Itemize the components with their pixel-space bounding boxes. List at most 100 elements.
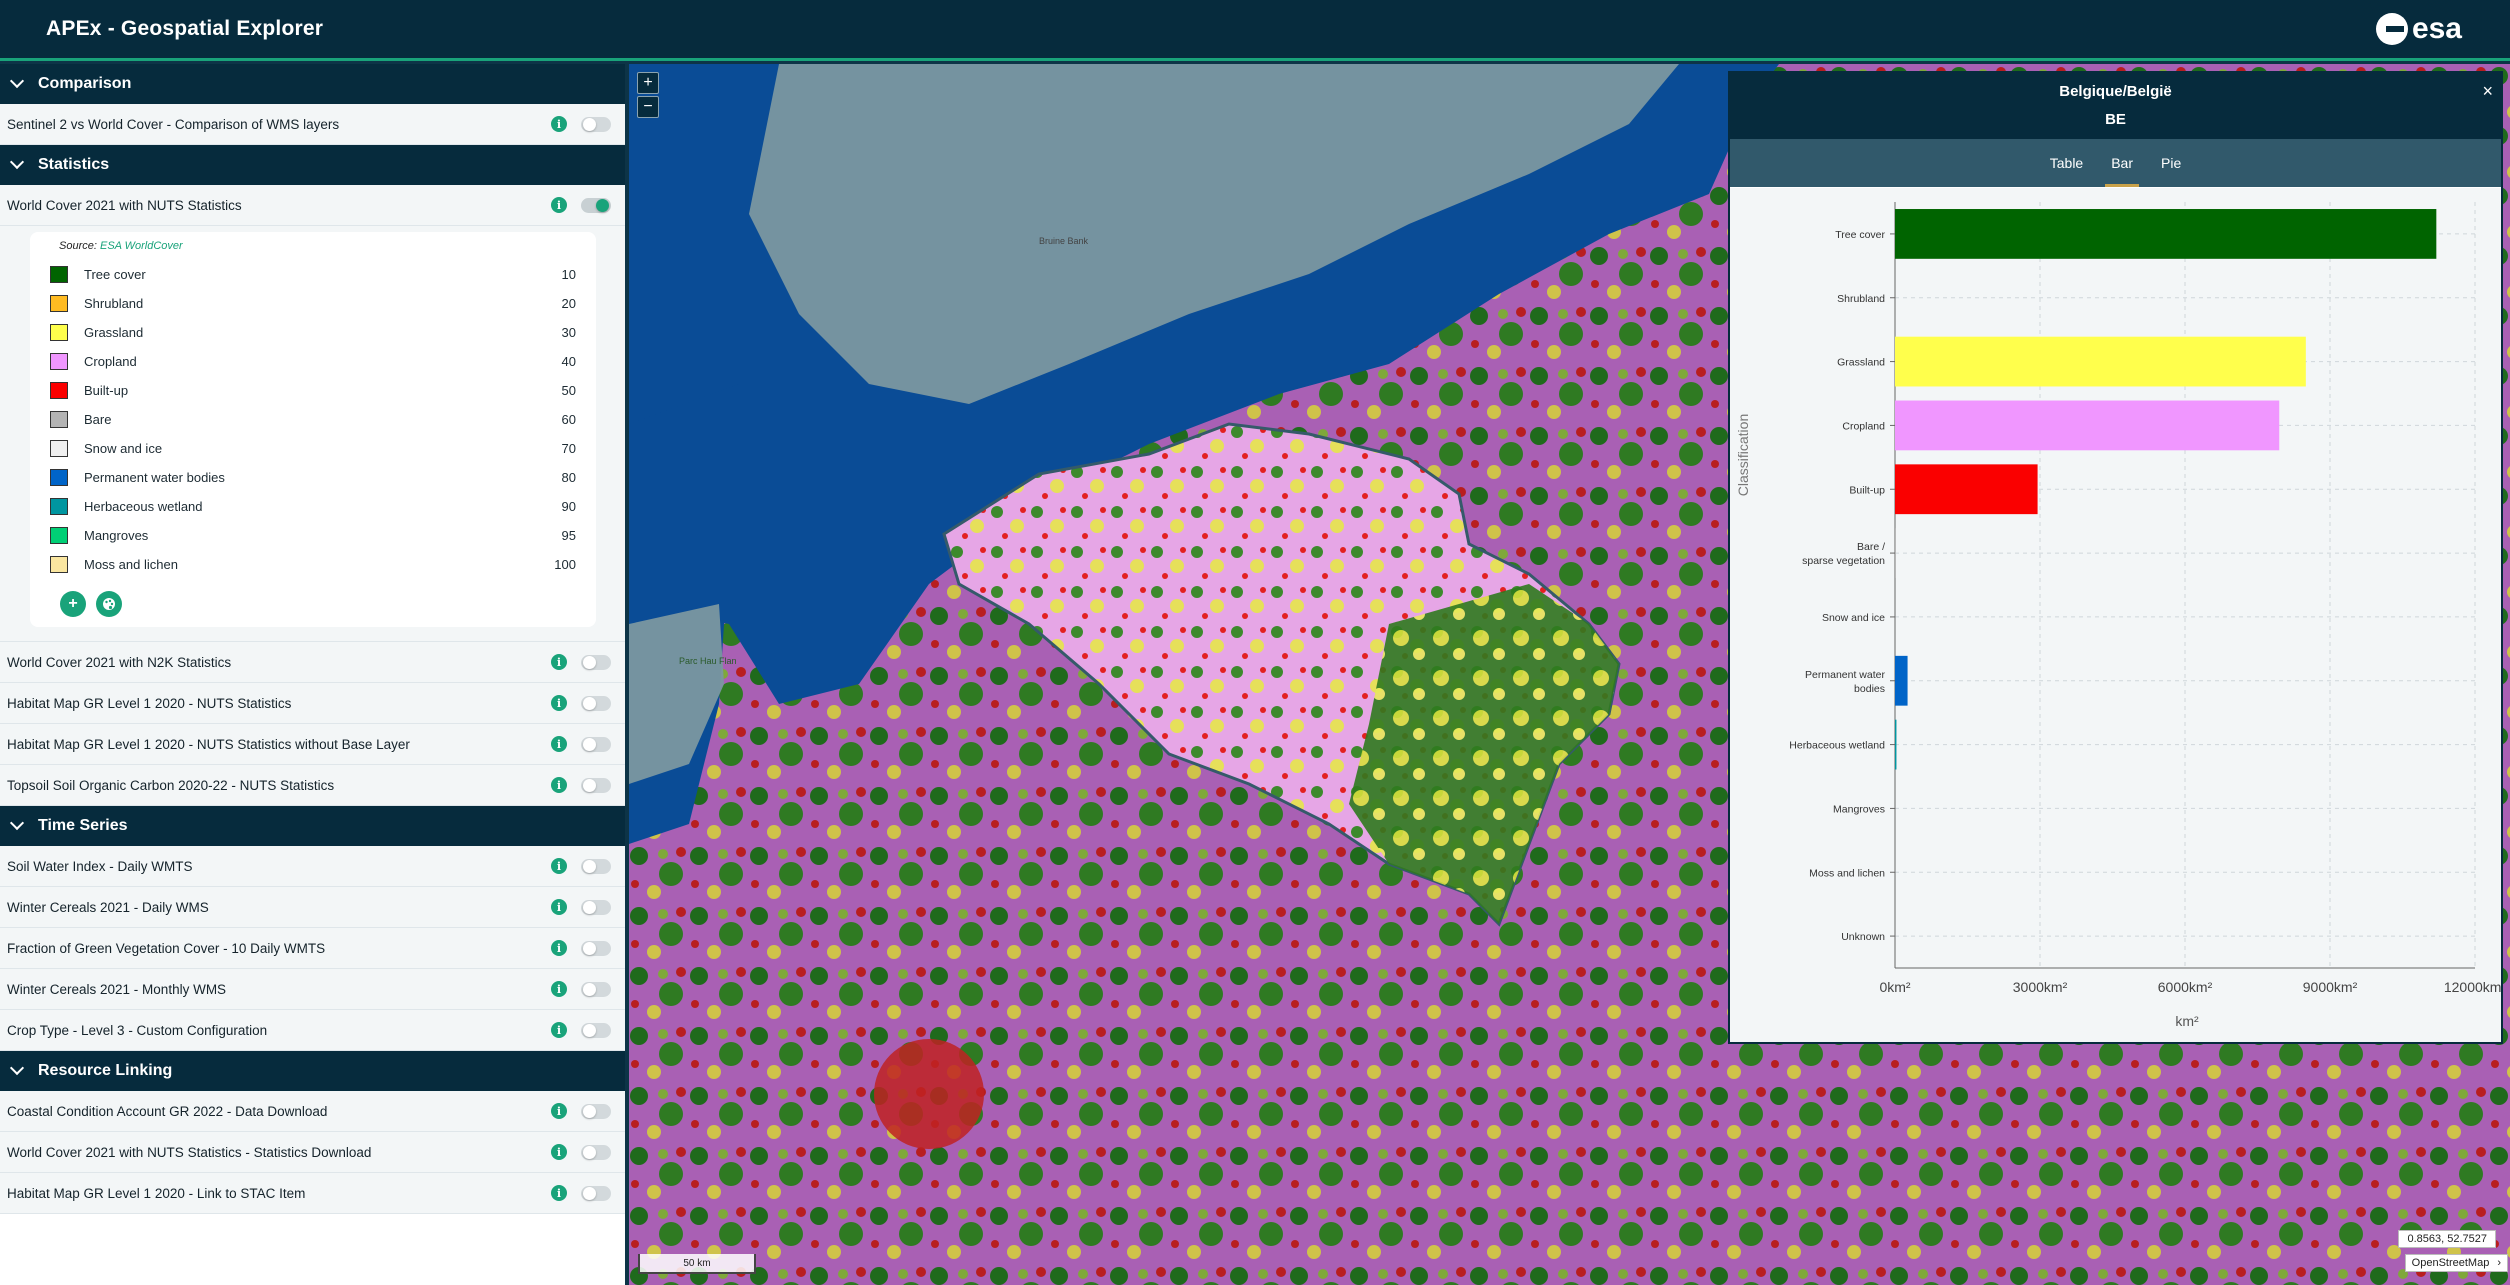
layer-row[interactable]: World Cover 2021 with NUTS Statistics i — [0, 185, 625, 226]
legend-item-name: Shrubland — [84, 296, 144, 311]
legend-swatch — [50, 382, 68, 399]
layer-label: World Cover 2021 with NUTS Statistics - … — [7, 1144, 372, 1160]
legend-item: Mangroves 95 — [50, 521, 576, 550]
layer-row[interactable]: Habitat Map GR Level 1 2020 - NUTS Stati… — [0, 724, 625, 765]
app-title: APEx - Geospatial Explorer — [46, 17, 324, 40]
attribution-text[interactable]: OpenStreetMap — [2412, 1257, 2490, 1269]
legend-swatch — [50, 498, 68, 515]
chevron-down-icon — [9, 154, 25, 170]
section-title: Comparison — [38, 75, 132, 92]
legend-swatch — [50, 411, 68, 428]
legend-item: Permanent water bodies 80 — [50, 463, 576, 492]
layer-toggle[interactable] — [581, 1103, 611, 1119]
section-title: Resource Linking — [38, 1062, 173, 1079]
info-icon[interactable]: i — [551, 899, 567, 915]
attribution-toggle[interactable]: › — [2497, 1257, 2501, 1269]
tab-bar[interactable]: Bar — [2105, 139, 2140, 187]
info-icon[interactable]: i — [551, 695, 567, 711]
info-icon[interactable]: i — [551, 197, 567, 213]
layer-row[interactable]: Winter Cereals 2021 - Daily WMS i — [0, 887, 625, 928]
legend-item: Snow and ice 70 — [50, 434, 576, 463]
layer-row[interactable]: Topsoil Soil Organic Carbon 2020-22 - NU… — [0, 765, 625, 806]
info-icon[interactable]: i — [551, 1185, 567, 1201]
layer-row[interactable]: Habitat Map GR Level 1 2020 - Link to ST… — [0, 1173, 625, 1214]
bar-bare-sparse-vegetation — [1895, 528, 1896, 578]
bar-built-up — [1895, 464, 2038, 515]
info-icon[interactable]: i — [551, 858, 567, 874]
layer-row[interactable]: Habitat Map GR Level 1 2020 - NUTS Stati… — [0, 683, 625, 724]
legend-item: Herbaceous wetland 90 — [50, 492, 576, 521]
layer-row[interactable]: Sentinel 2 vs World Cover - Comparison o… — [0, 104, 625, 145]
layer-toggle[interactable] — [581, 981, 611, 997]
info-icon[interactable]: i — [551, 1144, 567, 1160]
layer-toggle[interactable] — [581, 940, 611, 956]
layer-toggle[interactable] — [581, 777, 611, 793]
legend-item-name: Built-up — [84, 383, 129, 398]
esa-logo[interactable]: esa — [2375, 12, 2462, 46]
section-header-comparison[interactable]: Comparison — [0, 64, 625, 104]
section-header-resource-linking[interactable]: Resource Linking — [0, 1051, 625, 1091]
legend-item-name: Mangroves — [84, 528, 149, 543]
legend-source: Source: ESA WorldCover — [59, 240, 576, 252]
layer-row[interactable]: Fraction of Green Vegetation Cover - 10 … — [0, 928, 625, 969]
layer-toggle[interactable] — [581, 899, 611, 915]
layer-row[interactable]: World Cover 2021 with NUTS Statistics - … — [0, 1132, 625, 1173]
layer-toggle[interactable] — [581, 858, 611, 874]
chevron-down-icon — [9, 815, 25, 831]
section-header-time-series[interactable]: Time Series — [0, 806, 625, 846]
info-icon[interactable]: i — [551, 1022, 567, 1038]
chevron-down-icon — [9, 73, 25, 89]
layer-label: Winter Cereals 2021 - Daily WMS — [7, 899, 209, 915]
legend-item-value: 50 — [561, 383, 576, 398]
layer-toggle[interactable] — [581, 1022, 611, 1038]
layer-row[interactable]: Winter Cereals 2021 - Monthly WMS i — [0, 969, 625, 1010]
layer-toggle[interactable] — [581, 736, 611, 752]
layer-row[interactable]: Crop Type - Level 3 - Custom Configurati… — [0, 1010, 625, 1051]
add-button[interactable]: + — [60, 591, 86, 617]
legend-item-value: 10 — [561, 267, 576, 282]
legend-item-name: Permanent water bodies — [84, 470, 225, 485]
layer-label: Habitat Map GR Level 1 2020 - NUTS Stati… — [7, 695, 292, 711]
legend-card: Source: ESA WorldCover Tree cover 10 Shrub… — [30, 232, 596, 627]
layer-toggle[interactable] — [581, 116, 611, 132]
layer-label: Habitat Map GR Level 1 2020 - NUTS Stati… — [7, 736, 410, 752]
zoom-in-button[interactable]: + — [637, 72, 659, 94]
legend-swatch — [50, 527, 68, 544]
layer-toggle[interactable] — [581, 654, 611, 670]
layer-toggle[interactable] — [581, 197, 611, 213]
bar-chart-area: 0km² 3000km² 6000km² 9000km² 12000km² Tree co… — [1730, 188, 2501, 1042]
palette-button[interactable] — [96, 591, 122, 617]
layer-label: Habitat Map GR Level 1 2020 - Link to ST… — [7, 1185, 306, 1201]
statistics-panel: Belgique/België BE × Table Bar Pie 0km² 3… — [1728, 71, 2503, 1044]
layer-row[interactable]: World Cover 2021 with N2K Statistics i — [0, 642, 625, 683]
info-icon[interactable]: i — [551, 777, 567, 793]
section-header-statistics[interactable]: Statistics — [0, 145, 625, 185]
info-icon[interactable]: i — [551, 1103, 567, 1119]
legend-item: Cropland 40 — [50, 347, 576, 376]
tab-table[interactable]: Table — [2050, 139, 2083, 187]
info-icon[interactable]: i — [551, 981, 567, 997]
place-label: Bruine Bank — [1039, 236, 1089, 246]
statistics-header: Belgique/België BE × — [1730, 73, 2501, 139]
category-label: Tree cover — [1835, 229, 1885, 241]
layer-toggle[interactable] — [581, 695, 611, 711]
layer-toggle[interactable] — [581, 1144, 611, 1160]
info-icon[interactable]: i — [551, 654, 567, 670]
layer-row[interactable]: Soil Water Index - Daily WMTS i — [0, 846, 625, 887]
legend-source-link[interactable]: ESA WorldCover — [100, 240, 183, 252]
tab-pie[interactable]: Pie — [2161, 139, 2181, 187]
layer-toggle[interactable] — [581, 1185, 611, 1201]
layer-label: Coastal Condition Account GR 2022 - Data… — [7, 1103, 328, 1119]
legend-swatch — [50, 556, 68, 573]
info-icon[interactable]: i — [551, 940, 567, 956]
info-icon[interactable]: i — [551, 736, 567, 752]
layer-row[interactable]: Coastal Condition Account GR 2022 - Data… — [0, 1091, 625, 1132]
bar-cropland — [1895, 400, 2280, 451]
zoom-out-button[interactable]: − — [637, 96, 659, 118]
category-label: Mangroves — [1833, 803, 1885, 815]
info-icon[interactable]: i — [551, 116, 567, 132]
legend-item-name: Tree cover — [84, 267, 146, 282]
bar-grassland — [1895, 336, 2306, 387]
close-icon[interactable]: × — [2482, 81, 2493, 102]
legend-item-name: Herbaceous wetland — [84, 499, 203, 514]
